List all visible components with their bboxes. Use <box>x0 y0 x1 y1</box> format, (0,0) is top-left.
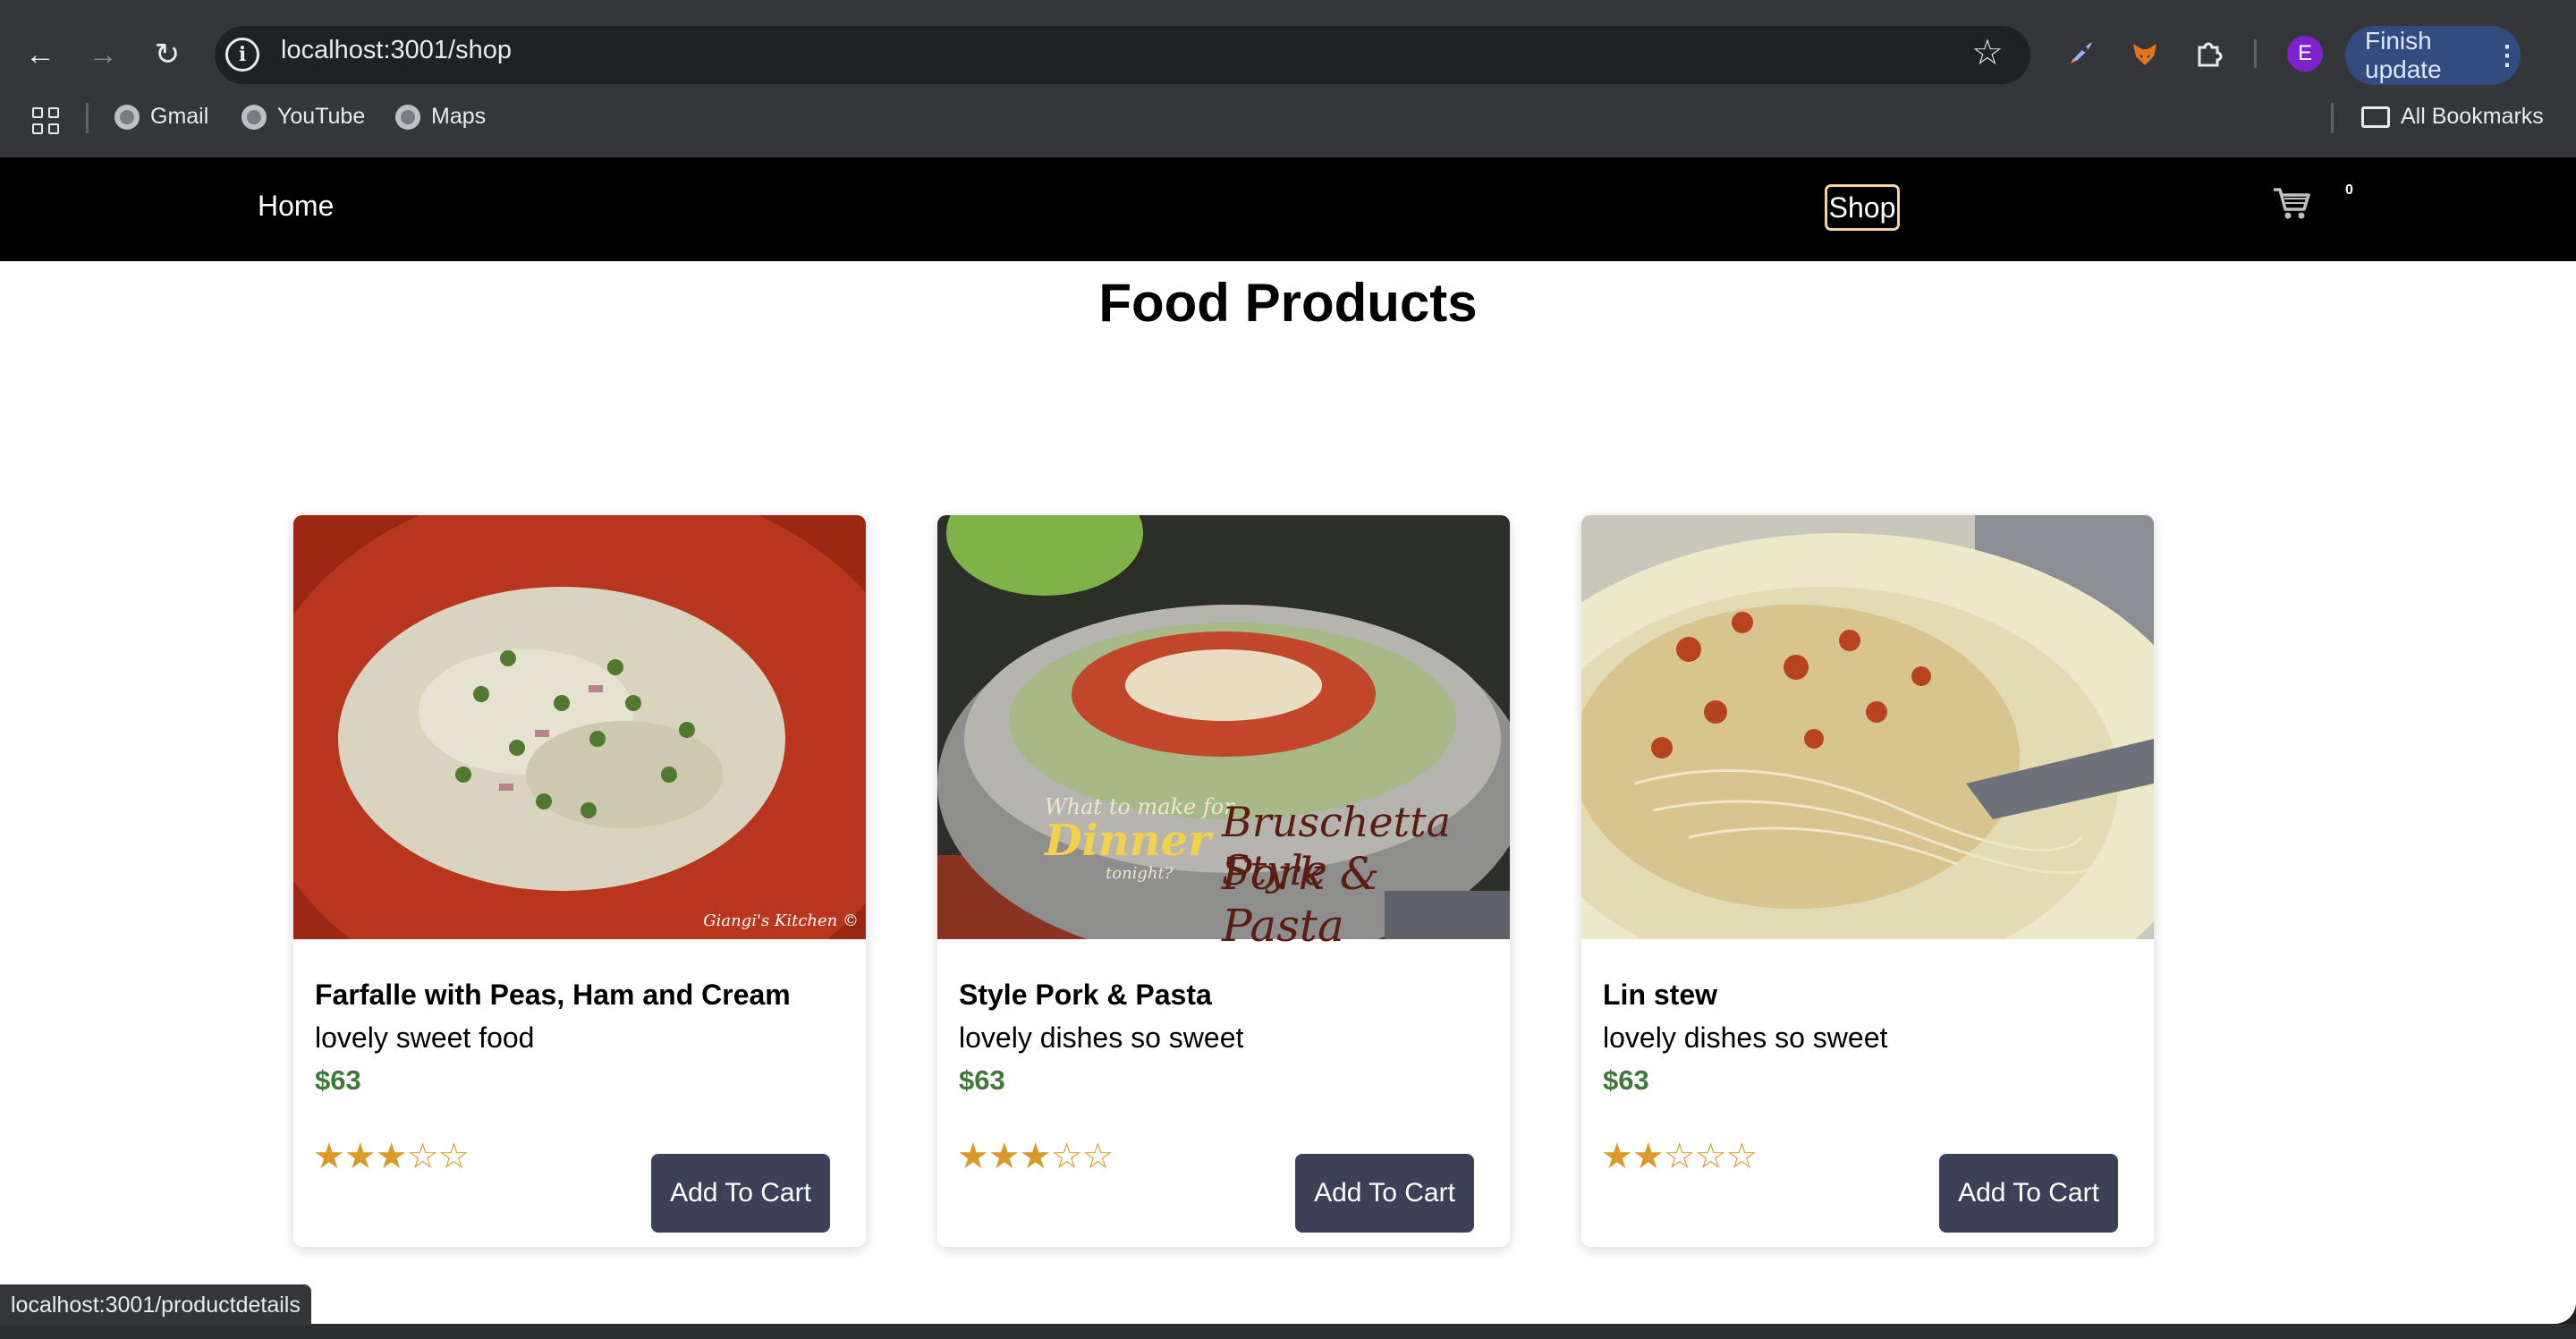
underlying-window-strip <box>0 1324 2576 1339</box>
star-filled-icon: ★ <box>343 1137 377 1176</box>
globe-icon <box>114 104 140 130</box>
page-title: Food Products <box>1098 273 1478 333</box>
star-empty-icon: ☆ <box>1725 1137 1758 1176</box>
bookmarks-divider <box>2331 103 2334 133</box>
shopping-cart-icon[interactable] <box>2272 182 2313 224</box>
more-menu-icon: ⋮ <box>2494 40 2521 71</box>
star-filled-icon: ★ <box>1601 1137 1633 1176</box>
image-caption: tonight? <box>1106 864 1174 883</box>
site-navbar: Home Shop 0 <box>0 157 2576 261</box>
rating-stars: ★★★☆☆ <box>957 1136 1114 1177</box>
all-bookmarks-label: All Bookmarks <box>2401 104 2544 129</box>
star-filled-icon: ★ <box>1019 1137 1052 1176</box>
add-to-cart-button[interactable]: Add To Cart <box>1939 1154 2118 1233</box>
product-name: Lin stew <box>1603 979 1718 1011</box>
bookmark-label: YouTube <box>277 104 366 129</box>
back-arrow-icon[interactable]: ← <box>20 34 61 75</box>
star-filled-icon: ★ <box>957 1137 989 1176</box>
finish-update-button[interactable]: Finish update ⋮ <box>2345 26 2521 85</box>
star-empty-icon: ☆ <box>437 1137 470 1176</box>
fox-extension-icon[interactable] <box>2123 32 2166 75</box>
product-price: $63 <box>959 1064 1005 1096</box>
globe-icon <box>395 104 420 130</box>
bookmark-label: Gmail <box>150 104 209 129</box>
site-info-icon[interactable]: i <box>225 38 259 72</box>
product-card[interactable]: What to make for Dinner tonight? Brusche… <box>937 515 1510 1247</box>
add-to-cart-button[interactable]: Add To Cart <box>651 1154 830 1233</box>
star-empty-icon: ☆ <box>1663 1137 1696 1176</box>
product-description: lovely dishes so sweet <box>1603 1021 1888 1054</box>
forward-arrow-icon[interactable]: → <box>82 34 123 75</box>
star-filled-icon: ★ <box>987 1137 1021 1176</box>
extensions-puzzle-icon[interactable] <box>2188 32 2231 75</box>
page-viewport: Home Shop 0 Food Products Giangi's Kitch… <box>0 157 2576 1324</box>
product-image[interactable]: Giangi's Kitchen © <box>293 515 866 1016</box>
rating-stars: ★★☆☆☆ <box>1601 1136 1758 1177</box>
finish-update-label: Finish update <box>2365 27 2442 83</box>
star-empty-icon: ☆ <box>1050 1137 1083 1176</box>
rating-stars: ★★★☆☆ <box>313 1136 470 1177</box>
product-name: Style Pork & Pasta <box>959 979 1212 1011</box>
star-filled-icon: ★ <box>375 1137 408 1176</box>
star-filled-icon: ★ <box>1631 1137 1665 1176</box>
rocket-extension-icon[interactable] <box>2059 32 2102 75</box>
product-card[interactable]: Giangi's Kitchen © Farfalle with Peas, H… <box>293 515 866 1247</box>
bookmark-star-icon[interactable]: ☆ <box>1971 32 2004 73</box>
star-empty-icon: ☆ <box>1694 1137 1727 1176</box>
toolbar-divider <box>2254 39 2257 68</box>
cart-count-badge: 0 <box>2345 182 2353 198</box>
all-bookmarks[interactable]: All Bookmarks <box>2361 104 2544 130</box>
status-bar-url: localhost:3001/productdetails <box>0 1284 311 1326</box>
bookmark-gmail[interactable]: Gmail <box>114 104 208 130</box>
product-name: Farfalle with Peas, Ham and Cream <box>315 979 791 1011</box>
apps-grid-icon[interactable] <box>32 107 59 134</box>
nav-home-link[interactable]: Home <box>258 190 334 223</box>
bookmarks-divider <box>86 103 89 133</box>
product-description: lovely sweet food <box>315 1021 535 1054</box>
product-image[interactable] <box>1581 515 2154 1034</box>
bookmark-label: Maps <box>431 104 487 129</box>
star-empty-icon: ☆ <box>1081 1137 1114 1176</box>
address-url[interactable]: localhost:3001/shop <box>281 36 512 65</box>
active-tab[interactable] <box>0 0 1928 13</box>
reload-icon[interactable]: ↻ <box>147 34 188 75</box>
bookmark-youtube[interactable]: YouTube <box>242 104 365 130</box>
image-watermark: Giangi's Kitchen © <box>703 911 859 930</box>
product-card[interactable]: Lin stew lovely dishes so sweet $63 ★★☆☆… <box>1581 515 2154 1247</box>
bookmark-maps[interactable]: Maps <box>395 104 486 130</box>
nav-shop-link[interactable]: Shop <box>1825 184 1900 231</box>
profile-avatar[interactable]: E <box>2287 36 2323 72</box>
folder-icon <box>2361 106 2390 128</box>
product-image[interactable]: What to make for Dinner tonight? Brusche… <box>937 515 1510 962</box>
product-price: $63 <box>315 1064 361 1096</box>
product-price: $63 <box>1603 1064 1649 1096</box>
globe-icon <box>242 104 267 130</box>
image-caption: Pork & Pasta <box>1222 848 1380 952</box>
add-to-cart-button[interactable]: Add To Cart <box>1295 1154 1474 1233</box>
image-caption: Dinner <box>1045 816 1211 866</box>
star-filled-icon: ★ <box>313 1137 345 1176</box>
product-description: lovely dishes so sweet <box>959 1021 1244 1054</box>
star-empty-icon: ☆ <box>406 1137 439 1176</box>
